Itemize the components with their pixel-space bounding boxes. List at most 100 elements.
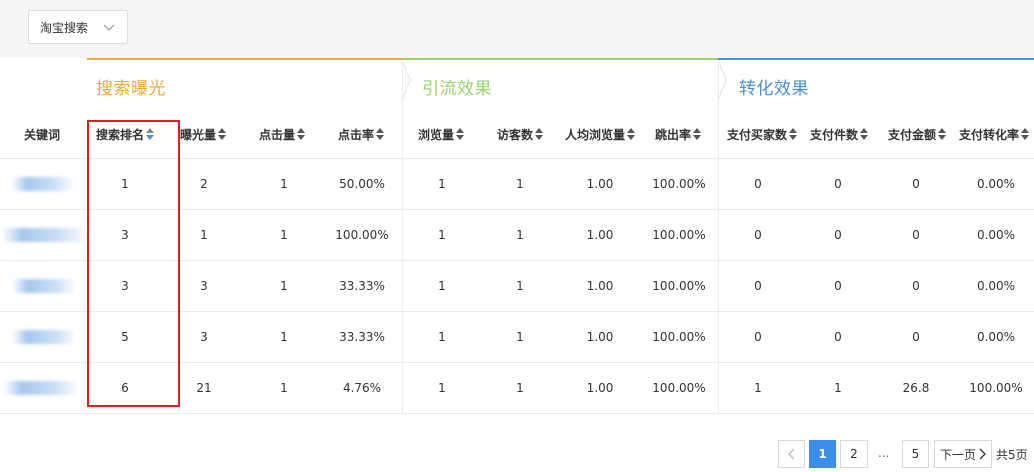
sort-icon[interactable]	[1021, 128, 1029, 140]
cell-bounce: 100.00%	[652, 228, 706, 242]
col-header-items[interactable]: 支付件数	[804, 124, 874, 144]
col-header-items-label: 支付件数	[809, 127, 858, 142]
prev-page-button[interactable]	[778, 440, 805, 468]
cell-avg-pv: 1.00	[586, 381, 614, 395]
cell-visitors: 1	[516, 177, 524, 191]
cell-amount: 0	[912, 279, 920, 293]
cell-amount: 0	[912, 228, 920, 242]
cell-clicks: 1	[280, 279, 288, 293]
cell-items: 0	[834, 228, 842, 242]
col-header-avg-pv[interactable]: 人均浏览量	[558, 124, 642, 144]
chevron-left-icon	[787, 448, 794, 460]
next-page-button[interactable]: 下一页	[934, 440, 992, 468]
cell-rank: 3	[121, 279, 129, 293]
group-title-exposure: 搜索曝光	[96, 79, 166, 99]
cell-visitors: 1	[516, 279, 524, 293]
group-divider-arrow	[718, 60, 727, 100]
cell-impressions: 21	[196, 381, 212, 395]
cell-pageviews: 1	[438, 279, 446, 293]
group-title-conversion: 转化效果	[739, 79, 809, 99]
col-header-buyers-label: 支付买家数	[726, 127, 787, 142]
chevron-right-icon	[979, 448, 986, 460]
group-separator	[402, 60, 403, 413]
row-divider	[0, 260, 1034, 261]
cell-bounce: 100.00%	[652, 330, 706, 344]
cell-impressions: 1	[200, 228, 208, 242]
col-header-bounce-label: 跳出率	[654, 127, 691, 142]
cell-bounce: 100.00%	[652, 279, 706, 293]
source-select[interactable]: 淘宝搜索	[28, 10, 128, 44]
col-header-conv-label: 支付转化率	[958, 127, 1019, 142]
cell-bounce: 100.00%	[652, 177, 706, 191]
page-button-1[interactable]: 1	[809, 440, 836, 468]
cell-rank: 1	[121, 177, 129, 191]
filter-bar: 淘宝搜索	[0, 0, 1034, 58]
sort-icon[interactable]	[860, 128, 868, 140]
sort-icon[interactable]	[789, 128, 797, 140]
sort-icon[interactable]	[297, 128, 305, 140]
sort-icon[interactable]	[376, 128, 384, 140]
cell-items: 0	[834, 177, 842, 191]
chevron-down-icon	[103, 24, 115, 31]
col-header-rank[interactable]: 搜索排名	[90, 124, 160, 144]
col-header-amount[interactable]: 支付金额	[882, 124, 952, 144]
page-ellipsis: ...	[878, 446, 890, 460]
col-header-buyers[interactable]: 支付买家数	[720, 124, 804, 144]
total-pages: 共5页	[996, 448, 1028, 462]
rank-column-highlight	[87, 120, 180, 407]
sort-icon[interactable]	[535, 128, 543, 140]
sort-icon[interactable]	[218, 128, 226, 140]
sort-icon[interactable]	[693, 128, 701, 140]
cell-avg-pv: 1.00	[586, 228, 614, 242]
cell-avg-pv: 1.00	[586, 279, 614, 293]
group-separator	[718, 60, 719, 413]
cell-visitors: 1	[516, 381, 524, 395]
page-button-5[interactable]: 5	[902, 440, 929, 468]
page-button-2[interactable]: 2	[840, 440, 868, 468]
sort-icon[interactable]	[938, 128, 946, 140]
group-title-traffic: 引流效果	[422, 79, 492, 99]
sort-icon[interactable]	[627, 128, 635, 140]
col-header-pageviews[interactable]: 浏览量	[413, 124, 469, 144]
next-page-label: 下一页	[939, 447, 976, 462]
row-divider	[0, 209, 1034, 210]
cell-ctr: 100.00%	[335, 228, 389, 242]
sort-icon[interactable]	[456, 128, 464, 140]
cell-rank: 5	[121, 330, 129, 344]
cell-clicks: 1	[280, 177, 288, 191]
col-header-conv[interactable]: 支付转化率	[956, 124, 1032, 144]
col-header-pageviews-label: 浏览量	[417, 127, 454, 142]
row-divider	[0, 311, 1034, 312]
cell-buyers: 0	[754, 330, 762, 344]
col-header-impressions-label: 曝光量	[179, 127, 216, 142]
cell-items: 1	[834, 381, 842, 395]
cell-ctr: 33.33%	[339, 330, 385, 344]
col-header-ctr[interactable]: 点击率	[333, 124, 389, 144]
source-select-value: 淘宝搜索	[40, 20, 89, 35]
sort-icon[interactable]	[146, 128, 154, 140]
cell-conv: 0.00%	[976, 177, 1016, 191]
col-header-keyword-label: 关键词	[23, 127, 60, 142]
col-header-avg-pv-label: 人均浏览量	[564, 127, 625, 142]
cell-buyers: 0	[754, 228, 762, 242]
keyword-blurred	[4, 381, 76, 395]
cell-visitors: 1	[516, 330, 524, 344]
keyword-blurred	[12, 330, 74, 344]
cell-rank: 6	[121, 381, 129, 395]
col-header-visitors[interactable]: 访客数	[492, 124, 548, 144]
cell-clicks: 1	[280, 330, 288, 344]
group-line-exposure	[87, 58, 402, 60]
cell-pageviews: 1	[438, 177, 446, 191]
group-line-conversion	[718, 58, 1034, 60]
cell-visitors: 1	[516, 228, 524, 242]
col-header-clicks[interactable]: 点击量	[254, 124, 310, 144]
cell-buyers: 0	[754, 177, 762, 191]
cell-clicks: 1	[280, 381, 288, 395]
cell-conv: 0.00%	[976, 330, 1016, 344]
cell-ctr: 33.33%	[339, 279, 385, 293]
row-divider	[0, 158, 1034, 159]
keyword-blurred	[2, 228, 84, 242]
col-header-bounce[interactable]: 跳出率	[650, 124, 706, 144]
col-header-impressions[interactable]: 曝光量	[176, 124, 230, 144]
cell-impressions: 3	[200, 330, 208, 344]
